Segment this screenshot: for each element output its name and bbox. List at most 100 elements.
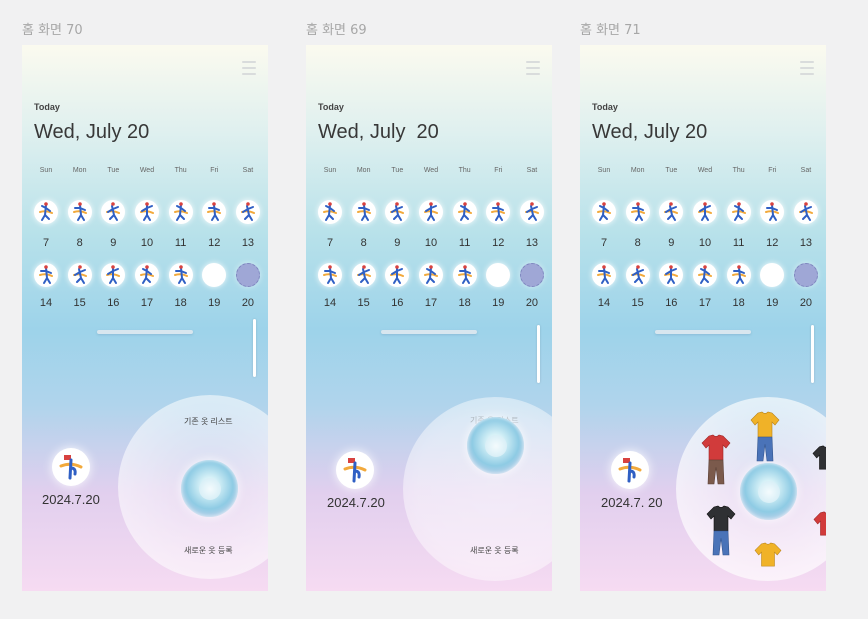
day-cell[interactable] (133, 263, 161, 287)
day-number[interactable]: 14 (32, 297, 60, 309)
day-number[interactable]: 7 (316, 237, 344, 249)
register-new-clothes-button[interactable]: 새로운 옷 등록 (470, 545, 519, 556)
outfit-icon[interactable] (385, 200, 410, 224)
day-cell[interactable] (590, 263, 618, 287)
outfit-icon[interactable] (318, 263, 342, 287)
outfit-icon[interactable] (101, 200, 126, 224)
day-number[interactable]: 11 (451, 237, 479, 249)
day-cell[interactable] (451, 200, 479, 224)
day-cell[interactable] (417, 263, 445, 287)
drag-handle[interactable] (97, 330, 193, 334)
outfit-icon[interactable] (452, 200, 477, 224)
day-number[interactable]: 16 (657, 297, 685, 309)
outfit-icon[interactable] (592, 263, 616, 287)
outfit-icon[interactable] (760, 200, 785, 224)
outfit-icon[interactable] (101, 263, 126, 287)
outfit-icon[interactable] (659, 263, 684, 287)
day-number[interactable]: 18 (725, 297, 753, 309)
day-number[interactable]: 19 (200, 297, 228, 309)
outfit-icon[interactable] (692, 200, 717, 224)
red-shirt-icon[interactable] (813, 510, 826, 543)
day-number[interactable]: 7 (590, 237, 618, 249)
day-cell[interactable] (451, 263, 479, 287)
outfit-icon[interactable] (486, 200, 511, 224)
center-orb-button[interactable] (467, 417, 524, 474)
day-number[interactable]: 12 (758, 237, 786, 249)
drag-handle[interactable] (655, 330, 751, 334)
scrollbar[interactable] (253, 319, 256, 377)
day-cell[interactable] (417, 200, 445, 224)
day-cell[interactable] (792, 200, 820, 224)
outfit-icon[interactable] (625, 263, 650, 287)
day-number[interactable]: 12 (200, 237, 228, 249)
day-cell[interactable] (234, 200, 262, 224)
day-cell[interactable] (167, 200, 195, 224)
day-cell[interactable] (167, 263, 195, 287)
outfit-icon[interactable] (418, 200, 443, 224)
day-number[interactable]: 10 (133, 237, 161, 249)
day-cell[interactable] (383, 200, 411, 224)
outfit-icon[interactable] (34, 263, 58, 287)
center-orb-button[interactable] (181, 460, 238, 517)
day-cell[interactable] (624, 200, 652, 224)
day-cell[interactable] (518, 200, 546, 224)
day-number[interactable]: 17 (133, 297, 161, 309)
day-cell[interactable] (383, 263, 411, 287)
empty-day-marker[interactable] (486, 263, 511, 287)
day-number[interactable]: 15 (350, 297, 378, 309)
day-number[interactable]: 8 (66, 237, 94, 249)
day-number[interactable]: 9 (99, 237, 127, 249)
day-cell[interactable] (66, 200, 94, 224)
black-shirt-icon[interactable] (812, 444, 826, 477)
black-shirt-blue-pants-icon[interactable] (706, 505, 736, 562)
day-number[interactable]: 13 (792, 237, 820, 249)
day-cell[interactable] (484, 263, 512, 287)
yellow-shirt-icon[interactable] (754, 542, 782, 573)
day-number[interactable]: 9 (383, 237, 411, 249)
day-cell[interactable] (484, 200, 512, 224)
day-cell[interactable] (590, 200, 618, 224)
day-cell[interactable] (758, 200, 786, 224)
menu-icon[interactable] (524, 61, 540, 75)
outfit-icon[interactable] (659, 200, 684, 224)
outfit-icon[interactable] (318, 200, 342, 224)
day-number[interactable]: 16 (383, 297, 411, 309)
day-cell[interactable] (657, 200, 685, 224)
outfit-icon[interactable] (134, 200, 159, 224)
day-number[interactable]: 20 (518, 297, 546, 309)
outfit-icon[interactable] (418, 263, 443, 287)
outfit-icon[interactable] (351, 263, 376, 287)
outfit-icon[interactable] (168, 200, 193, 224)
day-number[interactable]: 15 (624, 297, 652, 309)
day-number[interactable]: 20 (792, 297, 820, 309)
day-cell[interactable] (691, 263, 719, 287)
day-number[interactable]: 17 (691, 297, 719, 309)
day-cell[interactable] (234, 263, 262, 287)
day-number[interactable]: 18 (167, 297, 195, 309)
day-number[interactable]: 11 (725, 237, 753, 249)
day-cell[interactable] (350, 200, 378, 224)
day-number[interactable]: 18 (451, 297, 479, 309)
day-cell[interactable] (792, 263, 820, 287)
red-shirt-brown-pants-icon[interactable] (701, 434, 731, 491)
outfit-icon[interactable] (351, 200, 376, 224)
outfit-icon[interactable] (134, 263, 159, 287)
outfit-icon[interactable] (168, 263, 193, 287)
outfit-icon[interactable] (625, 200, 650, 224)
menu-icon[interactable] (798, 61, 814, 75)
yellow-shirt-blue-pants-icon[interactable] (750, 411, 780, 468)
day-cell[interactable] (99, 263, 127, 287)
day-cell[interactable] (350, 263, 378, 287)
existing-clothes-list-button[interactable]: 기존 옷 리스트 (184, 416, 233, 427)
day-cell[interactable] (32, 200, 60, 224)
selected-day-marker[interactable] (793, 263, 818, 287)
day-number[interactable]: 13 (518, 237, 546, 249)
day-cell[interactable] (725, 263, 753, 287)
day-number[interactable]: 14 (316, 297, 344, 309)
day-number[interactable]: 8 (624, 237, 652, 249)
outfit-icon[interactable] (67, 263, 92, 287)
day-cell[interactable] (99, 200, 127, 224)
outfit-icon[interactable] (202, 200, 227, 224)
day-number[interactable]: 16 (99, 297, 127, 309)
day-number[interactable]: 10 (417, 237, 445, 249)
